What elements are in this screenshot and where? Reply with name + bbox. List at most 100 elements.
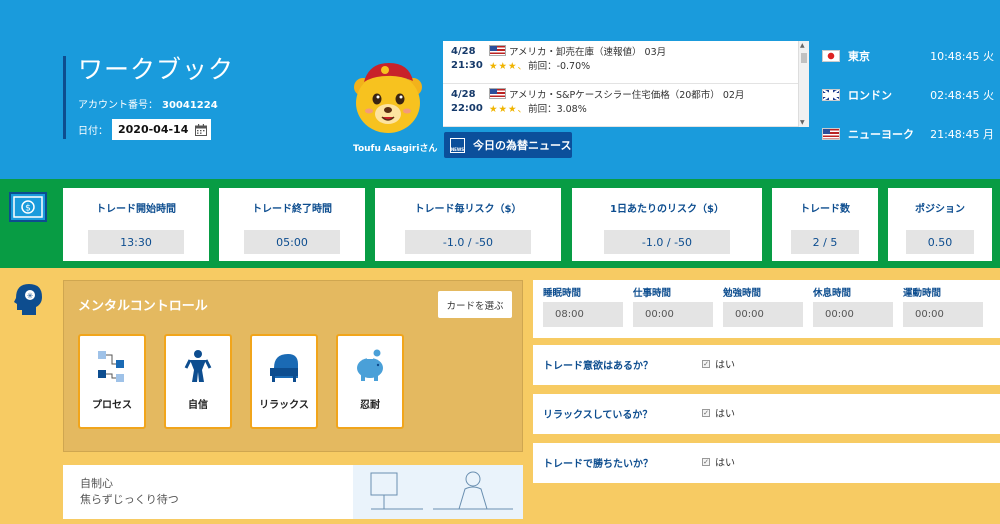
stat-label: ポジション <box>915 204 965 215</box>
account-info: アカウント番号： 30041224 <box>78 96 234 111</box>
hours-label: 仕事時間 <box>633 288 672 299</box>
stat-card-trade-count: トレード数 2 / 5 <box>772 188 878 261</box>
mental-quote: 自制心 焦らずじっくり待つ <box>63 465 523 519</box>
question-row: トレードで勝ちたいか？ ✓ はい <box>533 443 1000 483</box>
svg-text:$: $ <box>25 204 31 214</box>
hours-label: 睡眠時間 <box>543 288 582 299</box>
us-flag-icon <box>489 88 506 99</box>
question-text: トレードで勝ちたいか？ <box>543 459 653 470</box>
date-value: 2020-04-14 <box>118 123 189 136</box>
stat-card-trade-start: トレード開始時間 13:30 <box>63 188 209 261</box>
news-item[interactable]: 4/28 22:00 アメリカ・S&Pケースシラー住宅価格（20都市） 02月 … <box>443 84 809 127</box>
daily-hours-panel: 睡眠時間 08:00 仕事時間 00:00 勉強時間 00:00 休息時間 00… <box>533 280 1000 338</box>
todays-fx-news-button[interactable]: NEWS 今日の為替ニュース <box>444 132 572 158</box>
hours-input[interactable]: 00:00 <box>813 302 893 327</box>
bear-mascot-avatar <box>354 63 422 133</box>
account-number: 30041224 <box>162 100 218 111</box>
economic-news-list[interactable]: 4/28 21:30 アメリカ・卸売在庫（速報値） 03月 ★★★、前回：-0.… <box>443 41 809 127</box>
account-label: アカウント番号： <box>78 100 158 111</box>
news-button-label: 今日の為替ニュース <box>473 139 572 152</box>
uk-flag-icon <box>822 89 840 101</box>
workbook-info: ワークブック アカウント番号： 30041224 日付： 2020-04-14 <box>63 56 234 140</box>
hours-input[interactable]: 00:00 <box>903 302 983 327</box>
stat-value: 2 / 5 <box>791 230 859 254</box>
newspaper-icon: NEWS <box>450 137 465 153</box>
date-row: 日付： 2020-04-14 <box>78 119 234 140</box>
hours-input[interactable]: 08:00 <box>543 302 623 327</box>
checkbox-label: はい <box>715 409 735 420</box>
clock-newyork: ニューヨーク 21:48:45 月 <box>812 126 1000 142</box>
world-clocks: 東京 10:48:45 火 ロンドン 02:48:45 火 ニューヨーク 21:… <box>812 37 1000 157</box>
process-flow-icon <box>98 351 124 382</box>
mental-card-label: 自信 <box>188 400 208 411</box>
question-text: トレード意欲はあるか？ <box>543 361 653 372</box>
news-time: 21:30 <box>451 60 483 71</box>
armchair-icon <box>270 354 298 382</box>
checkbox-icon[interactable]: ✓ <box>702 359 710 368</box>
date-label: 日付： <box>78 126 108 137</box>
us-flag-icon <box>822 128 840 140</box>
mental-card-label: プロセス <box>92 400 132 411</box>
importance-stars: ★★★、 <box>489 104 529 115</box>
checkbox-icon[interactable]: ✓ <box>702 408 710 417</box>
clock-tokyo: 東京 10:48:45 火 <box>812 48 1000 64</box>
clock-time: 10:48:45 火 <box>930 50 994 63</box>
quote-title: 自制心 <box>80 477 113 490</box>
question-row: リラックスしているか？ ✓ はい <box>533 394 1000 434</box>
news-datetime: 4/28 22:00 <box>451 88 489 126</box>
question-checkbox[interactable]: ✓ はい <box>702 454 735 469</box>
checkbox-icon[interactable]: ✓ <box>702 457 710 466</box>
desk-illustration <box>353 465 523 519</box>
stat-value: 05:00 <box>244 230 340 254</box>
mental-card-patience[interactable]: 忍耐 <box>336 334 404 429</box>
stat-label: 1日あたりのリスク（$） <box>610 204 724 215</box>
scrollbar-thumb[interactable] <box>801 53 807 63</box>
hours-input[interactable]: 00:00 <box>633 302 713 327</box>
mind-head-icon: ✳ <box>14 284 42 315</box>
money-bill-icon: $ <box>9 192 47 222</box>
mental-card-relax[interactable]: リラックス <box>250 334 318 429</box>
stat-value: 0.50 <box>906 230 974 254</box>
question-checkbox[interactable]: ✓ はい <box>702 356 735 371</box>
hours-input[interactable]: 00:00 <box>723 302 803 327</box>
mental-card-label: リラックス <box>259 400 309 411</box>
piggy-bank-icon <box>357 349 383 381</box>
header-bar: ワークブック アカウント番号： 30041224 日付： 2020-04-14 <box>0 0 1000 179</box>
mental-title: メンタルコントロール <box>78 299 208 314</box>
question-row: トレード意欲はあるか？ ✓ はい <box>533 345 1000 385</box>
pick-card-button[interactable]: カードを選ぶ <box>438 291 512 318</box>
stat-label: トレード毎リスク（$） <box>414 204 522 215</box>
japan-flag-icon <box>822 50 840 62</box>
us-flag-icon <box>489 45 506 56</box>
scroll-up-icon[interactable]: ▲ <box>800 42 805 49</box>
question-text: リラックスしているか？ <box>543 410 653 421</box>
mental-control-panel: メンタルコントロール カードを選ぶ プロセス 自信 リラックス 忍耐 <box>63 280 523 452</box>
clock-time: 02:48:45 火 <box>930 89 994 102</box>
news-previous: 前回：3.08% <box>528 104 587 115</box>
question-checkbox[interactable]: ✓ はい <box>702 405 735 420</box>
mental-card-confidence[interactable]: 自信 <box>164 334 232 429</box>
calendar-icon[interactable] <box>195 123 207 136</box>
news-date: 4/28 <box>451 46 476 57</box>
stat-label: トレード開始時間 <box>96 204 176 215</box>
hours-label: 運動時間 <box>903 288 942 299</box>
mascot-name: Toufu Asagiriさん <box>353 144 438 154</box>
news-title: アメリカ・S&Pケースシラー住宅価格（20都市） 02月 <box>509 90 745 101</box>
stat-card-trade-end: トレード終了時間 05:00 <box>219 188 365 261</box>
scroll-down-icon[interactable]: ▼ <box>800 119 805 126</box>
stat-label: トレード終了時間 <box>252 204 332 215</box>
news-previous: 前回：-0.70% <box>528 61 591 72</box>
stat-value: -1.0 / -50 <box>604 230 730 254</box>
news-scrollbar[interactable]: ▲ ▼ <box>798 41 809 127</box>
mental-card-process[interactable]: プロセス <box>78 334 146 429</box>
stat-label: トレード数 <box>800 204 850 215</box>
clock-time: 21:48:45 月 <box>930 128 994 141</box>
news-item[interactable]: 4/28 21:30 アメリカ・卸売在庫（速報値） 03月 ★★★、前回：-0.… <box>443 41 809 84</box>
stat-value: -1.0 / -50 <box>405 230 531 254</box>
hours-label: 勉強時間 <box>723 288 762 299</box>
svg-text:✳: ✳ <box>27 292 34 301</box>
date-input[interactable]: 2020-04-14 <box>112 119 211 140</box>
clock-london: ロンドン 02:48:45 火 <box>812 87 1000 103</box>
news-body: アメリカ・卸売在庫（速報値） 03月 ★★★、前回：-0.70% <box>489 45 666 83</box>
stat-card-daily-risk: 1日あたりのリスク（$） -1.0 / -50 <box>572 188 762 261</box>
